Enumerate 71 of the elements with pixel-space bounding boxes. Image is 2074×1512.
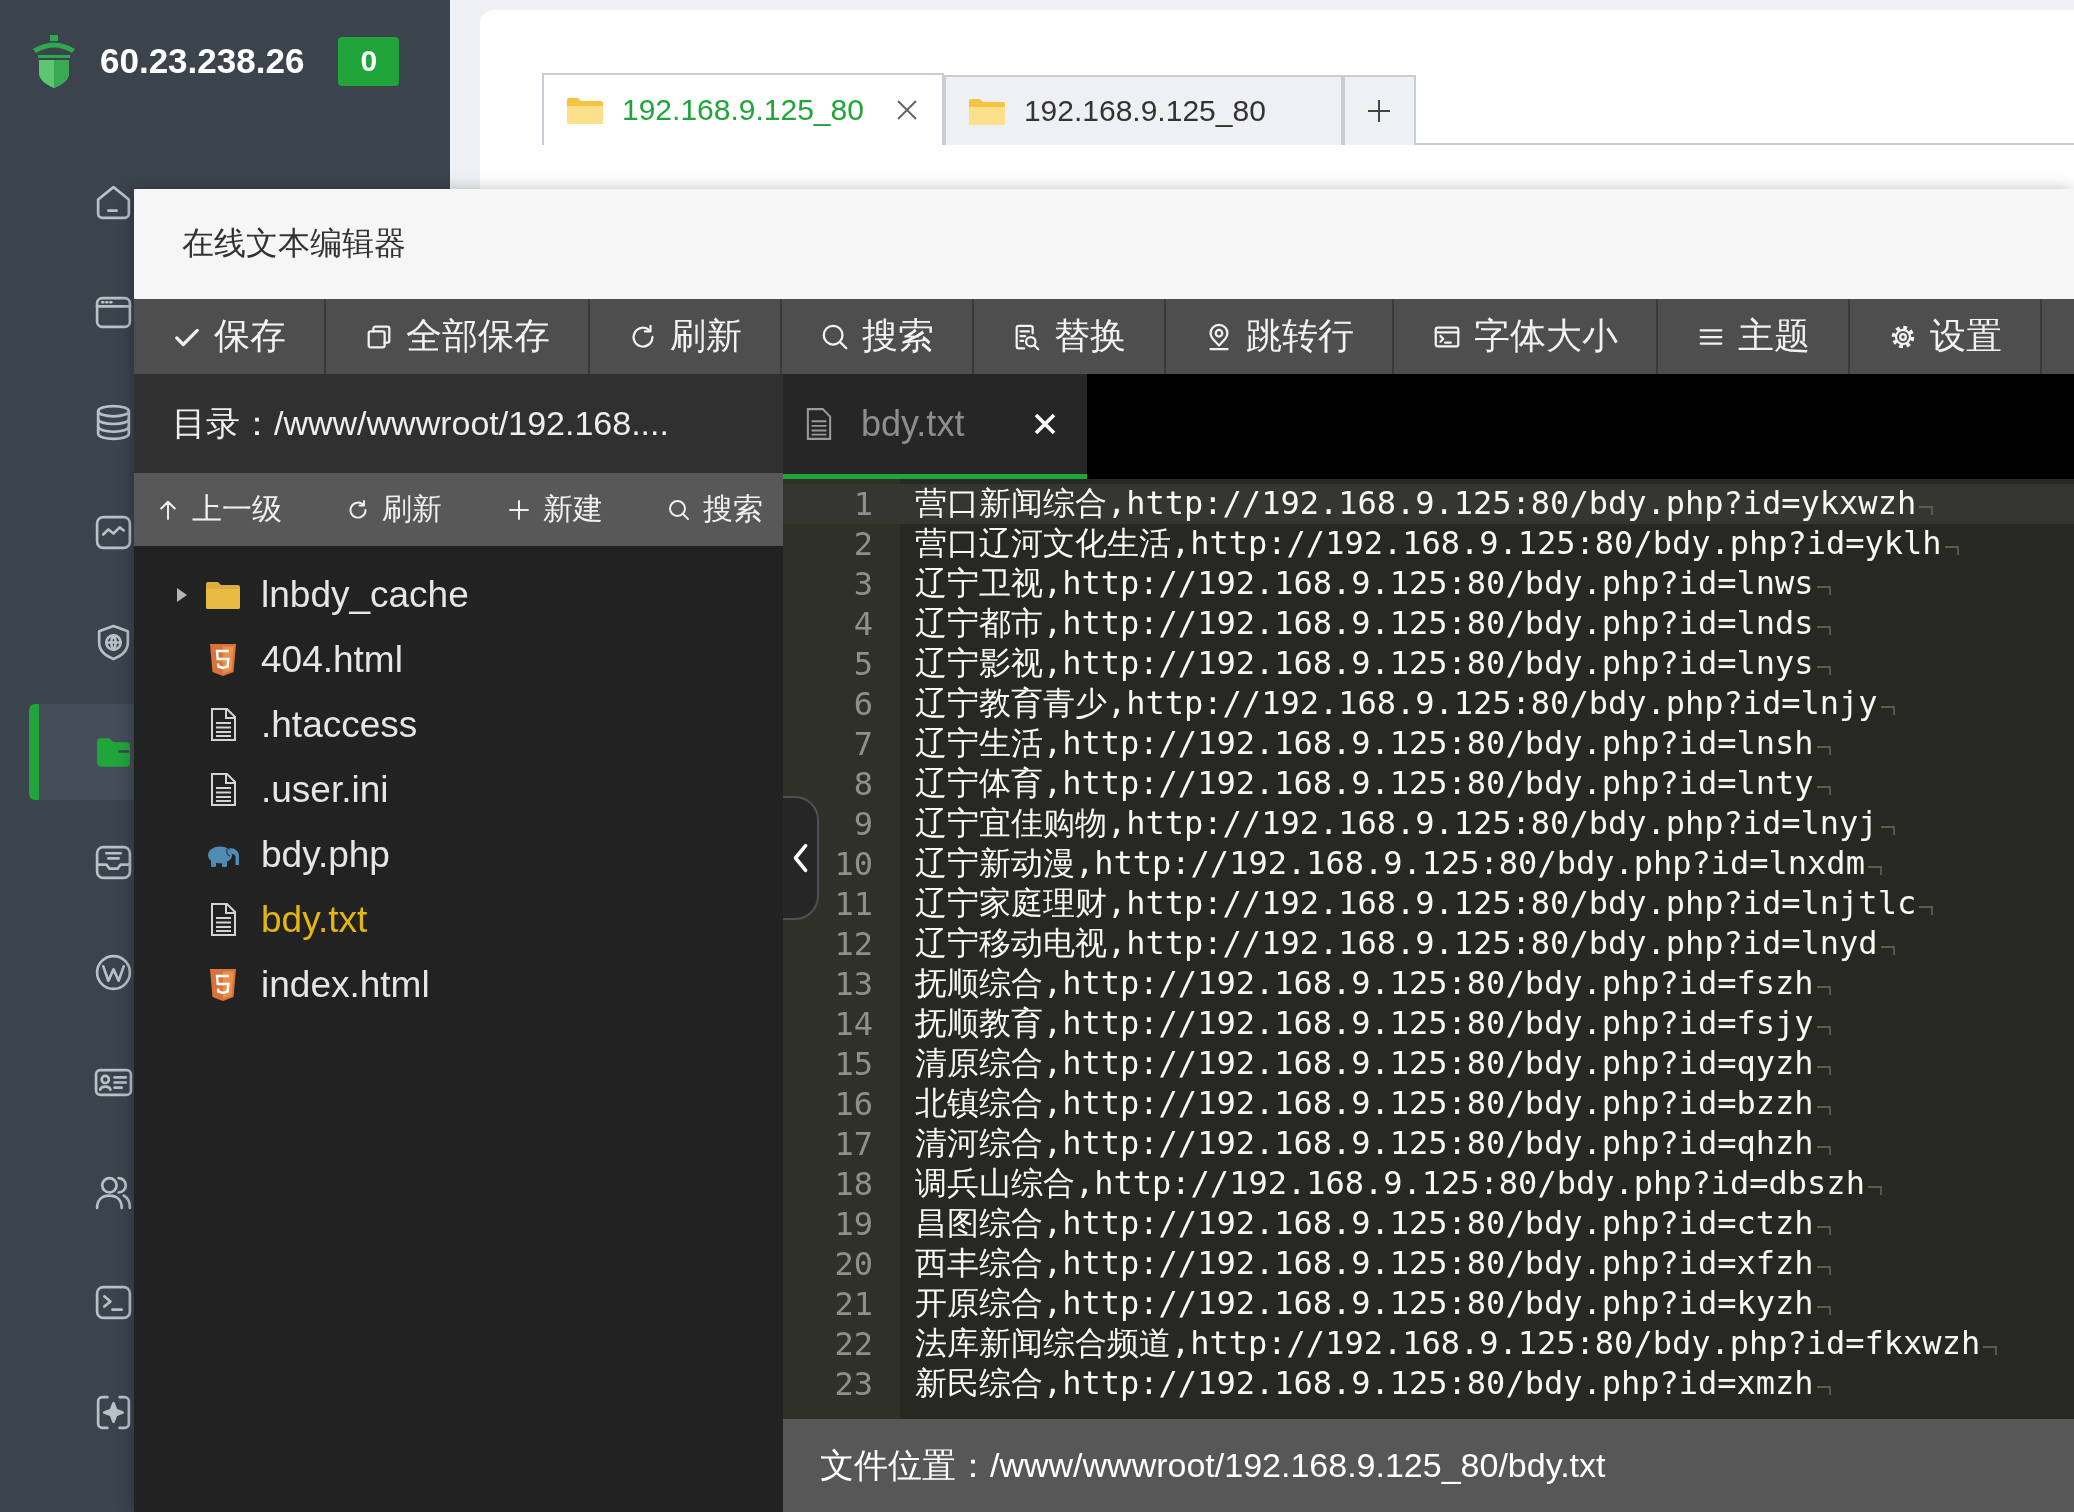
line-number: 17 — [834, 1125, 873, 1163]
document-icon — [806, 408, 832, 440]
code-text: 清原综合,http://192.168.9.125:80/bdy.php?id=qyzh — [914, 1043, 1814, 1084]
line-number: 10 — [834, 845, 873, 883]
file-item[interactable]: lnbdy_cache — [134, 562, 479, 627]
line-number: 13 — [834, 965, 873, 1003]
code-text: 营口新闻综合,http://192.168.9.125:80/bdy.php?id=ykxwzh — [914, 483, 1917, 524]
code-text: 辽宁教育青少,http://192.168.9.125:80/bdy.php?id=lnjy — [914, 683, 1878, 724]
file-item[interactable]: index.html — [134, 952, 440, 1017]
dialog-title: 在线文本编辑器 — [182, 224, 406, 263]
code-text: 辽宁移动电视,http://192.168.9.125:80/bdy.php?id=lnyd — [914, 923, 1878, 964]
file-item[interactable]: bdy.txt — [134, 887, 378, 952]
file-item[interactable]: 404.html — [134, 627, 413, 692]
new-button[interactable]: 新建 — [506, 473, 603, 546]
code-text: 法库新闻综合频道,http://192.168.9.125:80/bdy.php?id=fkxwzh — [914, 1323, 1981, 1364]
file-item[interactable]: .htaccess — [134, 692, 428, 757]
code-text: 辽宁卫视,http://192.168.9.125:80/bdy.php?id=lnws — [914, 563, 1814, 604]
code-text: 开原综合,http://192.168.9.125:80/bdy.php?id=kyzh — [914, 1283, 1814, 1324]
line-number: 14 — [834, 1005, 873, 1043]
line-number: 6 — [853, 685, 873, 723]
line-number: 3 — [853, 565, 873, 603]
search-button[interactable]: 搜索 — [667, 473, 763, 546]
line-number: 18 — [834, 1165, 873, 1203]
caret-icon[interactable] — [176, 586, 188, 603]
code-text: 抚顺教育,http://192.168.9.125:80/bdy.php?id=fsjy — [914, 1003, 1814, 1044]
plus-icon — [506, 497, 531, 522]
line-number: 7 — [853, 725, 873, 763]
code-text: 北镇综合,http://192.168.9.125:80/bdy.php?id=bzzh — [914, 1083, 1814, 1124]
parent-folder-button[interactable]: 上一级 — [156, 473, 282, 546]
folder-tab[interactable]: 192.168.9.125_80 — [943, 75, 1343, 145]
code-text: 辽宁宜佳购物,http://192.168.9.125:80/bdy.php?id=lnyj — [914, 803, 1878, 844]
file-tab[interactable]: bdy.txt — [783, 374, 1087, 479]
file-item[interactable]: bdy.php — [134, 822, 400, 887]
code-text: 新民综合,http://192.168.9.125:80/bdy.php?id=xmzh — [914, 1363, 1814, 1404]
code-text: 辽宁都市,http://192.168.9.125:80/bdy.php?id=lnds — [914, 603, 1814, 644]
line-number: 2 — [853, 525, 873, 563]
search-icon — [667, 497, 691, 522]
line-number: 21 — [834, 1285, 873, 1323]
line-number: 22 — [834, 1325, 873, 1363]
line-number: 11 — [834, 885, 873, 923]
line-number: 5 — [853, 645, 873, 683]
sidebar-item[interactable] — [29, 704, 134, 800]
chevron-left-icon — [791, 842, 809, 874]
line-number: 12 — [834, 925, 873, 963]
line-number: 1 — [853, 485, 873, 523]
code-text: 辽宁生活,http://192.168.9.125:80/bdy.php?id=lnsh — [914, 723, 1814, 764]
code-text: 营口辽河文化生活,http://192.168.9.125:80/bdy.php?id=yklh — [914, 523, 1942, 564]
server-address: 60.23.238.26 — [100, 41, 305, 81]
code-text: 抚顺综合,http://192.168.9.125:80/bdy.php?id=fszh — [914, 963, 1814, 1004]
line-number: 8 — [853, 765, 873, 803]
code-text: 调兵山综合,http://192.168.9.125:80/bdy.php?id=dbszh — [914, 1163, 1865, 1204]
code-text: 清河综合,http://192.168.9.125:80/bdy.php?id=qhzh — [914, 1123, 1814, 1164]
code-text: 辽宁影视,http://192.168.9.125:80/bdy.php?id=lnys — [914, 643, 1814, 684]
line-number: 20 — [834, 1245, 873, 1283]
line-number: 19 — [834, 1205, 873, 1243]
code-text: 西丰综合,http://192.168.9.125:80/bdy.php?id=xfzh — [914, 1243, 1814, 1284]
file-item[interactable]: .user.ini — [134, 757, 399, 822]
line-number: 23 — [834, 1365, 873, 1403]
code-text: 辽宁家庭理财,http://192.168.9.125:80/bdy.php?id=lnjtlc — [914, 883, 1917, 924]
collapse-button[interactable] — [783, 796, 819, 920]
plus-icon — [1367, 99, 1392, 123]
code-text: 辽宁体育,http://192.168.9.125:80/bdy.php?id=lnty — [914, 763, 1814, 804]
file-location: 文件位置：/www/wwwroot/192.168.9.125_80/bdy.txt — [820, 1444, 1606, 1486]
code-text: 辽宁新动漫,http://192.168.9.125:80/bdy.php?id=lnxdm — [914, 843, 1865, 884]
directory-path: 目录：/www/wwwroot/192.168.... — [172, 402, 669, 444]
refresh-button[interactable]: 刷新 — [346, 473, 443, 546]
line-number: 9 — [853, 805, 873, 843]
line-number: 16 — [834, 1085, 873, 1123]
line-number: 4 — [853, 605, 873, 643]
code-text: 昌图综合,http://192.168.9.125:80/bdy.php?id=ctzh — [914, 1203, 1814, 1244]
line-number: 15 — [834, 1045, 873, 1083]
